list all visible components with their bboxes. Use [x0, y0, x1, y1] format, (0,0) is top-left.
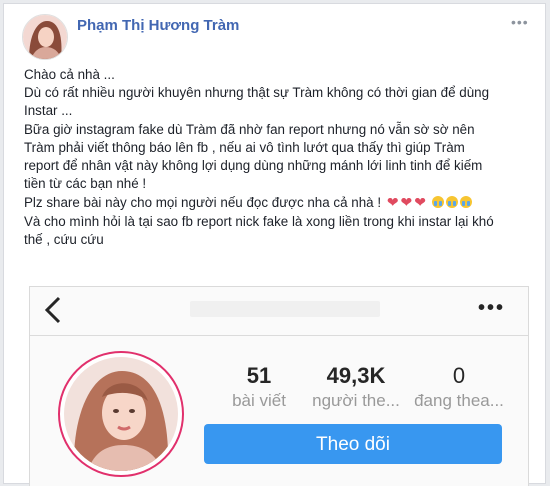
instagram-screenshot: ••• 51 bài viết 49,3K người the... 0 đan…: [29, 286, 529, 486]
stat-posts-label: bài viết: [232, 391, 286, 410]
post-line: thế , cứu cứu: [24, 231, 104, 247]
post-line: Chào cả nhà ...: [24, 67, 115, 82]
stat-followers-label: người the...: [312, 391, 400, 410]
heart-emoji: ❤: [414, 194, 427, 211]
stat-followers[interactable]: 49,3K người the...: [306, 363, 406, 411]
avatar-photo: [23, 15, 67, 59]
divider: [30, 335, 528, 336]
stat-following-label: đang thea...: [414, 391, 504, 410]
options-button[interactable]: •••: [478, 297, 505, 320]
author-avatar[interactable]: [22, 14, 68, 60]
post-line: Và cho mình hỏi là tại sao fb report nic…: [24, 213, 494, 229]
stat-followers-value: 49,3K: [326, 363, 386, 388]
post-line: Tràm phải viết thông báo lên fb , nếu ai…: [24, 139, 465, 155]
stat-posts-value: 51: [246, 363, 272, 388]
facebook-post: Phạm Thị Hương Tràm ••• Chào cả nhà ... …: [3, 3, 546, 486]
post-body: Chào cả nhà ... Dù có rất nhiều người kh…: [24, 66, 536, 249]
chevron-left-icon[interactable]: [44, 295, 62, 333]
profile-photo: [64, 357, 178, 471]
follow-button[interactable]: Theo dõi: [204, 424, 502, 464]
crying-emoji: [459, 196, 472, 209]
post-line: report để nhân vật này không lợi dụng dù…: [24, 158, 483, 174]
profile-avatar[interactable]: [58, 351, 184, 477]
post-line: Plz share bài này cho mọi người nếu đọc …: [24, 195, 382, 211]
crying-emoji: [431, 196, 444, 209]
heart-emoji: ❤: [386, 194, 399, 211]
post-line: Dù có rất nhiều người khuyên nhưng thật …: [24, 85, 490, 101]
username-placeholder: [190, 301, 380, 317]
post-line: Bữa giờ instagram fake dù Tràm đã nhờ fa…: [24, 121, 475, 137]
post-line: Instar ...: [24, 103, 73, 119]
stat-following[interactable]: 0 đang thea...: [410, 363, 508, 411]
crying-emoji: [445, 196, 458, 209]
post-line: tiền từ các bạn nhé !: [24, 176, 147, 192]
heart-emoji: ❤: [400, 194, 413, 211]
post-line-with-emoji: Plz share bài này cho mọi người nếu đọc …: [24, 193, 536, 212]
stat-following-value: 0: [452, 363, 466, 388]
author-name[interactable]: Phạm Thị Hương Tràm: [77, 17, 239, 34]
post-options-button[interactable]: •••: [511, 14, 529, 30]
stat-posts[interactable]: 51 bài viết: [224, 363, 294, 411]
